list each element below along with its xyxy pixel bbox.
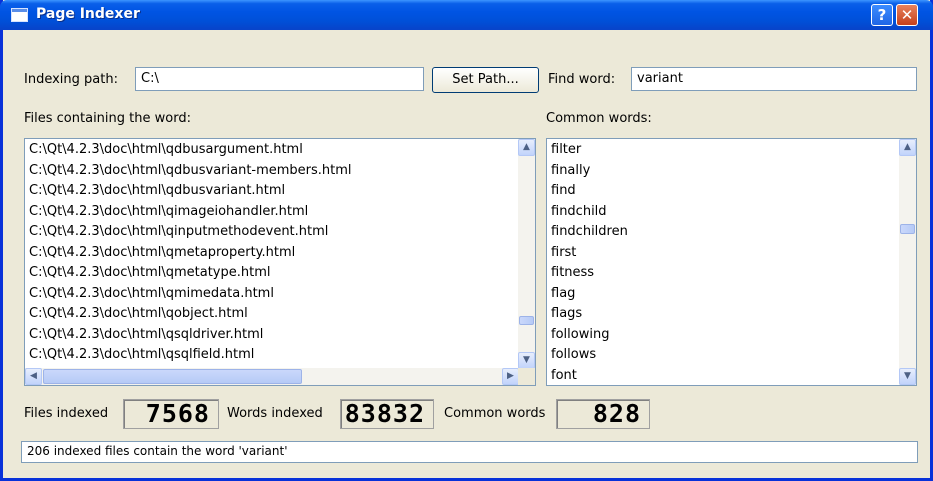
common-words-lcd: 828: [556, 399, 650, 429]
files-indexed-label: Files indexed: [24, 406, 109, 421]
files-indexed-lcd: 7568: [123, 399, 219, 429]
find-word-input[interactable]: variant: [631, 67, 917, 91]
words-vertical-scrollbar[interactable]: ▲ ▼: [899, 139, 916, 385]
file-list-item[interactable]: C:\Qt\4.2.3\doc\html\qmetatype.html: [29, 263, 352, 284]
scrollbar-corner: [518, 368, 535, 385]
files-list-label: Files containing the word:: [24, 111, 191, 126]
file-list-item[interactable]: C:\Qt\4.2.3\doc\html\qdbusvariant-member…: [29, 161, 352, 182]
scroll-down-icon[interactable]: ▼: [518, 352, 535, 369]
scroll-right-icon[interactable]: ▶: [502, 368, 519, 385]
horizontal-scrollbar-thumb[interactable]: [43, 369, 302, 384]
words-indexed-label: Words indexed: [227, 406, 323, 421]
common-word-item[interactable]: flag: [551, 284, 628, 305]
help-button[interactable]: ?: [871, 4, 893, 26]
files-list: C:\Qt\4.2.3\doc\html\qdbusargument.html C…: [29, 140, 352, 366]
file-list-item[interactable]: C:\Qt\4.2.3\doc\html\qdbusvariant.html: [29, 181, 352, 202]
common-words-listbox[interactable]: filter finally find findchild findchildren fi…: [546, 138, 917, 386]
files-listbox[interactable]: C:\Qt\4.2.3\doc\html\qdbusargument.html C…: [24, 138, 536, 386]
file-list-item[interactable]: C:\Qt\4.2.3\doc\html\qmetaproperty.html: [29, 243, 352, 264]
common-word-item[interactable]: fitness: [551, 263, 628, 284]
app-window-icon: [11, 8, 28, 22]
files-horizontal-scrollbar[interactable]: ◀ ▶: [25, 368, 519, 385]
file-list-item[interactable]: C:\Qt\4.2.3\doc\html\qmimedata.html: [29, 284, 352, 305]
scroll-down-icon[interactable]: ▼: [899, 368, 916, 385]
scroll-up-icon[interactable]: ▲: [899, 139, 916, 156]
title-bar[interactable]: Page Indexer ? ✕: [0, 0, 933, 30]
file-list-item[interactable]: C:\Qt\4.2.3\doc\html\qsqldriver.html: [29, 325, 352, 346]
common-word-item[interactable]: filter: [551, 140, 628, 161]
common-word-item[interactable]: findchildren: [551, 222, 628, 243]
file-list-item[interactable]: C:\Qt\4.2.3\doc\html\qobject.html: [29, 304, 352, 325]
common-word-item[interactable]: following: [551, 325, 628, 346]
common-word-item[interactable]: finally: [551, 161, 628, 182]
status-line: 206 indexed files contain the word 'vari…: [21, 441, 918, 463]
indexing-path-label: Indexing path:: [24, 72, 118, 87]
files-vertical-scrollbar[interactable]: ▲ ▼: [518, 139, 535, 369]
window-title: Page Indexer: [36, 6, 140, 22]
close-button[interactable]: ✕: [896, 4, 918, 26]
common-words-list: filter finally find findchild findchildren fi…: [551, 140, 628, 386]
common-word-item[interactable]: follows: [551, 345, 628, 366]
file-list-item[interactable]: C:\Qt\4.2.3\doc\html\qinputmethodevent.h…: [29, 222, 352, 243]
file-list-item[interactable]: C:\Qt\4.2.3\doc\html\qdbusargument.html: [29, 140, 352, 161]
scroll-up-icon[interactable]: ▲: [518, 139, 535, 156]
words-indexed-lcd: 83832: [340, 399, 434, 429]
common-word-item[interactable]: first: [551, 243, 628, 264]
scroll-left-icon[interactable]: ◀: [25, 368, 42, 385]
common-words-count-label: Common words: [444, 406, 546, 421]
common-word-item[interactable]: flags: [551, 304, 628, 325]
common-word-item[interactable]: font: [551, 366, 628, 386]
common-word-item[interactable]: findchild: [551, 202, 628, 223]
find-word-label: Find word:: [548, 72, 616, 87]
common-word-item[interactable]: find: [551, 181, 628, 202]
scrollbar-thumb[interactable]: [900, 224, 915, 234]
file-list-item[interactable]: C:\Qt\4.2.3\doc\html\qimageiohandler.htm…: [29, 202, 352, 223]
set-path-button[interactable]: Set Path...: [432, 67, 539, 93]
indexing-path-input[interactable]: C:\: [135, 67, 424, 91]
scrollbar-thumb[interactable]: [519, 316, 534, 325]
file-list-item[interactable]: C:\Qt\4.2.3\doc\html\qsqlfield.html: [29, 345, 352, 366]
common-words-label: Common words:: [546, 111, 652, 126]
